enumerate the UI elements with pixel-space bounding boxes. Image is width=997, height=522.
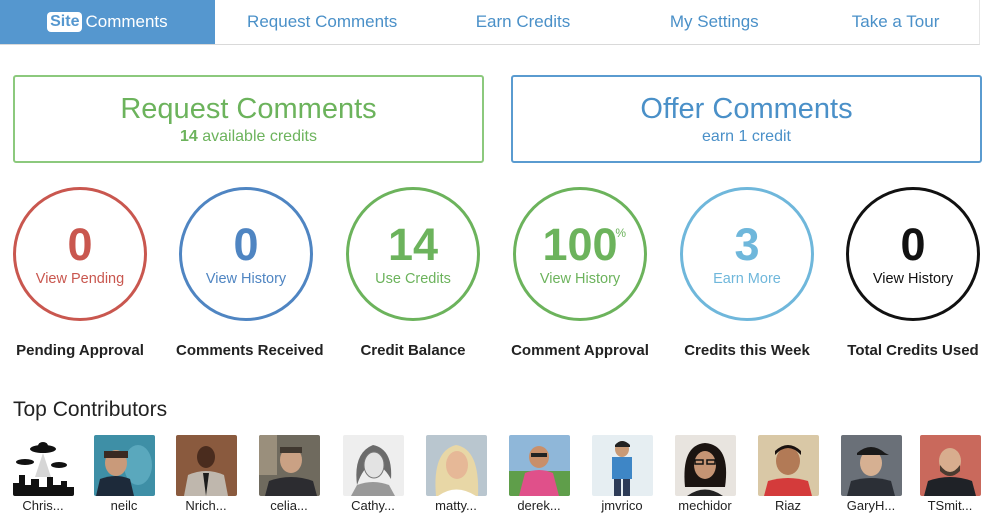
stat-circle[interactable]: 14 Use Credits xyxy=(346,187,480,321)
stat-value: 100 xyxy=(542,219,618,270)
stat-value: 0 xyxy=(67,219,93,270)
available-credits-text: 14 available credits xyxy=(180,128,317,146)
stat-pending-approval: 0 View Pending Pending Approval xyxy=(10,187,150,359)
contributor-item[interactable]: derek... xyxy=(504,435,574,513)
contributor-item[interactable]: mechidor xyxy=(670,435,740,513)
top-nav: Site Comments Request Comments Earn Cred… xyxy=(0,0,980,45)
offer-comments-title: Offer Comments xyxy=(640,93,853,125)
man-with-dolphin-avatar[interactable] xyxy=(93,435,155,496)
contributor-name[interactable]: derek... xyxy=(504,498,574,513)
contributor-name[interactable]: matty... xyxy=(421,498,491,513)
stat-credits-this-week: 3 Earn More Credits this Week xyxy=(677,187,817,359)
available-credits-label: available credits xyxy=(202,128,317,145)
stat-comments-received: 0 View History Comments Received xyxy=(176,187,324,359)
man-in-suit-avatar[interactable] xyxy=(175,435,237,496)
man-in-cap-avatar[interactable] xyxy=(840,435,902,496)
stat-circle[interactable]: 0 View History xyxy=(846,187,980,321)
stat-comment-approval: 100 % View History Comment Approval xyxy=(510,187,650,359)
contributor-item[interactable]: jmvrico xyxy=(587,435,657,513)
stat-value: 3 xyxy=(734,219,760,270)
stat-link[interactable]: Use Credits xyxy=(375,271,451,287)
contributor-item[interactable]: Chris... xyxy=(8,435,78,513)
contributor-name[interactable]: GaryH... xyxy=(836,498,906,513)
contributor-name[interactable]: Nrich... xyxy=(171,498,241,513)
contributor-name[interactable]: Cathy... xyxy=(338,498,408,513)
stat-label: Comment Approval xyxy=(511,342,649,359)
stat-circle[interactable]: 100 % View History xyxy=(513,187,647,321)
nav-home-tab[interactable]: Site Comments xyxy=(0,0,215,44)
offer-comments-button[interactable]: Offer Comments earn 1 credit xyxy=(511,75,982,163)
stat-label: Credits this Week xyxy=(684,342,810,359)
sketched-portrait-avatar[interactable] xyxy=(342,435,404,496)
contributor-item[interactable]: matty... xyxy=(421,435,491,513)
stat-circle[interactable]: 0 View Pending xyxy=(13,187,147,321)
contributor-name[interactable]: neilc xyxy=(89,498,159,513)
top-contributors-heading: Top Contributors xyxy=(13,398,168,421)
contributor-name[interactable]: jmvrico xyxy=(587,498,657,513)
stat-value: 0 xyxy=(233,219,259,270)
stat-link[interactable]: Earn More xyxy=(713,271,781,287)
percent-sign: % xyxy=(615,226,626,240)
contributor-item[interactable]: neilc xyxy=(89,435,159,513)
nav-earn-credits[interactable]: Earn Credits xyxy=(430,0,617,44)
available-credits-count: 14 xyxy=(180,128,198,145)
earn-credit-text: earn 1 credit xyxy=(702,128,791,145)
bearded-man-avatar[interactable] xyxy=(919,435,981,496)
man-in-pink-shirt-avatar[interactable] xyxy=(508,435,570,496)
contributor-item[interactable]: Cathy... xyxy=(338,435,408,513)
stat-value: 0 xyxy=(900,219,926,270)
contributor-item[interactable]: celia... xyxy=(254,435,324,513)
stat-link[interactable]: View History xyxy=(540,271,620,287)
ufo-silhouette-avatar[interactable] xyxy=(12,435,74,496)
man-standing-avatar[interactable] xyxy=(591,435,653,496)
stat-value: 14 xyxy=(387,219,439,270)
stat-total-credits-used: 0 View History Total Credits Used xyxy=(843,187,983,359)
man-at-desk-avatar[interactable] xyxy=(258,435,320,496)
stat-link[interactable]: View History xyxy=(206,271,286,287)
stat-link[interactable]: View Pending xyxy=(36,271,124,287)
stat-circle[interactable]: 0 View History xyxy=(179,187,313,321)
contributor-item[interactable]: Riaz xyxy=(753,435,823,513)
contributor-item[interactable]: GaryH... xyxy=(836,435,906,513)
nav-take-a-tour[interactable]: Take a Tour xyxy=(812,0,979,44)
contributor-item[interactable]: Nrich... xyxy=(171,435,241,513)
contributor-name[interactable]: celia... xyxy=(254,498,324,513)
stat-label: Credit Balance xyxy=(360,342,466,359)
stat-circle[interactable]: 3 Earn More xyxy=(680,187,814,321)
smiling-man-avatar[interactable] xyxy=(757,435,819,496)
woman-with-glasses-avatar[interactable] xyxy=(674,435,736,496)
blonde-woman-avatar[interactable] xyxy=(425,435,487,496)
nav-my-settings[interactable]: My Settings xyxy=(616,0,812,44)
stat-label: Total Credits Used xyxy=(847,342,979,359)
contributor-name[interactable]: TSmit... xyxy=(915,498,985,513)
stat-label: Pending Approval xyxy=(16,342,144,359)
stat-label: Comments Received xyxy=(176,342,324,359)
stat-credit-balance: 14 Use Credits Credit Balance xyxy=(343,187,483,359)
site-logo-badge: Site xyxy=(47,12,83,32)
request-comments-title: Request Comments xyxy=(120,93,377,125)
nav-home-label: Comments xyxy=(85,12,168,31)
contributor-name[interactable]: mechidor xyxy=(670,498,740,513)
contributor-name[interactable]: Riaz xyxy=(753,498,823,513)
contributor-item[interactable]: TSmit... xyxy=(915,435,985,513)
stat-link[interactable]: View History xyxy=(873,271,953,287)
nav-request-comments[interactable]: Request Comments xyxy=(215,0,430,44)
contributor-name[interactable]: Chris... xyxy=(8,498,78,513)
request-comments-button[interactable]: Request Comments 14 available credits xyxy=(13,75,484,163)
